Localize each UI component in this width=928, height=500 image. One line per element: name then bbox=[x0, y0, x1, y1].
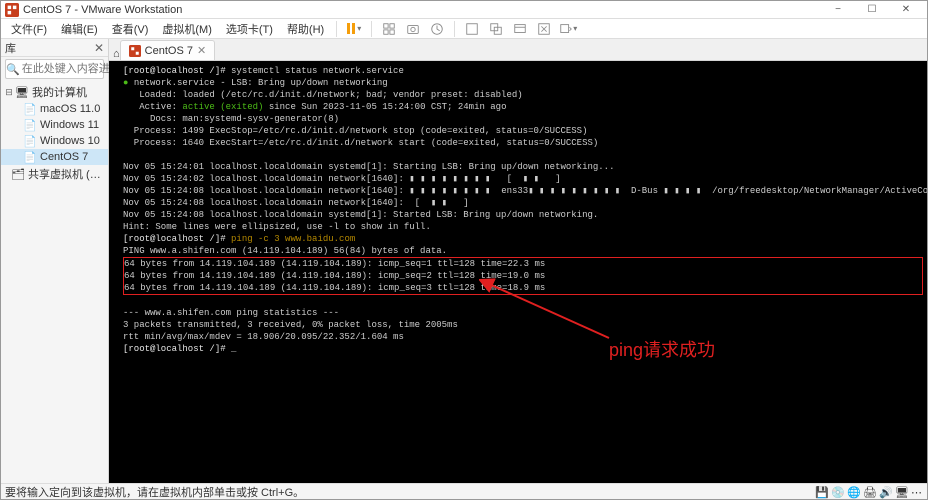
tree-shared-vms[interactable]: 🗂共享虚拟机 (已弃用) bbox=[1, 165, 108, 183]
window-title: CentOS 7 - VMware Workstation bbox=[23, 4, 821, 16]
power-dropdown-button[interactable]: ▾ bbox=[343, 19, 365, 39]
search-icon: 🔍 bbox=[6, 63, 20, 76]
menu-tabs[interactable]: 选项卡(T) bbox=[220, 19, 279, 39]
separator bbox=[454, 21, 455, 37]
collapse-icon[interactable]: ⊟ bbox=[3, 87, 15, 98]
tree-label: Windows 10 bbox=[40, 135, 100, 147]
vm-icon bbox=[129, 45, 141, 57]
tab-label: CentOS 7 bbox=[145, 45, 193, 57]
annotation-arrow bbox=[479, 276, 619, 346]
unity-button[interactable] bbox=[485, 19, 507, 39]
separator bbox=[336, 21, 337, 37]
library-sidebar: 库 ✕ 🔍 ▾ ⊟ 🖥 我的计算机 📄macOS 11.0 📄Windows 1… bbox=[1, 39, 109, 483]
maximize-button[interactable]: ☐ bbox=[855, 2, 889, 18]
fullscreen-icon bbox=[465, 22, 479, 36]
tree-vm-macos[interactable]: 📄macOS 11.0 bbox=[1, 101, 108, 117]
console-icon bbox=[513, 22, 527, 36]
menu-view[interactable]: 查看(V) bbox=[106, 19, 155, 39]
tabbar: ⌂ CentOS 7 ✕ bbox=[109, 39, 927, 61]
device-icon[interactable]: 🌐 bbox=[847, 486, 859, 498]
send-ctrl-alt-del-button[interactable] bbox=[378, 19, 400, 39]
dropdown-icon bbox=[559, 22, 573, 36]
device-icon[interactable]: 💾 bbox=[815, 486, 827, 498]
camera-icon bbox=[406, 22, 420, 36]
tab-centos7[interactable]: CentOS 7 ✕ bbox=[120, 40, 216, 60]
device-icon[interactable]: ⋯ bbox=[911, 486, 923, 498]
annotation-text: ping请求成功 bbox=[609, 336, 715, 362]
fullscreen-button[interactable] bbox=[461, 19, 483, 39]
menu-file[interactable]: 文件(F) bbox=[5, 19, 53, 39]
tree-root-mycomputer[interactable]: ⊟ 🖥 我的计算机 bbox=[1, 83, 108, 101]
vm-icon: 📄 bbox=[23, 150, 37, 164]
menu-help[interactable]: 帮助(H) bbox=[281, 19, 330, 39]
vm-tree: ⊟ 🖥 我的计算机 📄macOS 11.0 📄Windows 11 📄Windo… bbox=[1, 81, 108, 185]
snapshot-button[interactable] bbox=[402, 19, 424, 39]
grid-icon bbox=[382, 22, 396, 36]
device-icon[interactable]: 💿 bbox=[831, 486, 843, 498]
tab-close-button[interactable]: ✕ bbox=[197, 44, 206, 57]
tree-label: Windows 11 bbox=[40, 119, 99, 131]
sidebar-close-button[interactable]: ✕ bbox=[94, 41, 104, 55]
terminal[interactable]: [root@localhost /]# systemctl status net… bbox=[109, 61, 927, 483]
device-icon[interactable]: 🖨 bbox=[863, 486, 875, 498]
clock-icon bbox=[430, 22, 444, 36]
computer-icon: 🖥 bbox=[15, 85, 29, 99]
close-button[interactable]: ✕ bbox=[889, 2, 923, 18]
sidebar-search[interactable]: 🔍 ▾ bbox=[5, 59, 104, 79]
tree-label: CentOS 7 bbox=[40, 151, 88, 163]
statusbar-text: 要将输入定向到该虚拟机，请在虚拟机内部单击或按 Ctrl+G。 bbox=[5, 484, 304, 500]
statusbar: 要将输入定向到该虚拟机，请在虚拟机内部单击或按 Ctrl+G。 💾 💿 🌐 🖨 … bbox=[1, 483, 927, 499]
main-area: ⌂ CentOS 7 ✕ [root@localhost /]# systemc… bbox=[109, 39, 927, 483]
vm-icon: 📄 bbox=[23, 118, 37, 132]
pause-icon bbox=[347, 23, 355, 34]
stretch-button[interactable] bbox=[533, 19, 555, 39]
vm-icon: 📄 bbox=[23, 134, 37, 148]
menu-edit[interactable]: 编辑(E) bbox=[55, 19, 104, 39]
vmware-window: CentOS 7 - VMware Workstation − ☐ ✕ 文件(F… bbox=[0, 0, 928, 500]
titlebar: CentOS 7 - VMware Workstation − ☐ ✕ bbox=[1, 1, 927, 19]
vmware-icon bbox=[5, 3, 19, 17]
device-icon[interactable]: 🖥 bbox=[895, 486, 907, 498]
menubar: 文件(F) 编辑(E) 查看(V) 虚拟机(M) 选项卡(T) 帮助(H) ▾ … bbox=[1, 19, 927, 39]
tree-vm-centos7[interactable]: 📄CentOS 7 bbox=[1, 149, 108, 165]
sidebar-title: 库 bbox=[5, 40, 16, 56]
tree-vm-win10[interactable]: 📄Windows 10 bbox=[1, 133, 108, 149]
toolbar-dropdown-button[interactable]: ▾ bbox=[557, 19, 579, 39]
snapshot-manager-button[interactable] bbox=[426, 19, 448, 39]
separator bbox=[371, 21, 372, 37]
tree-label: macOS 11.0 bbox=[40, 103, 100, 115]
vm-icon: 📄 bbox=[23, 102, 37, 116]
stretch-icon bbox=[537, 22, 551, 36]
console-view-button[interactable] bbox=[509, 19, 531, 39]
home-tab-button[interactable]: ⌂ bbox=[113, 48, 120, 60]
minimize-button[interactable]: − bbox=[821, 2, 855, 18]
tree-label: 共享虚拟机 (已弃用) bbox=[28, 166, 106, 182]
tree-vm-win11[interactable]: 📄Windows 11 bbox=[1, 117, 108, 133]
sidebar-title-row: 库 ✕ bbox=[1, 39, 108, 57]
device-icon[interactable]: 🔊 bbox=[879, 486, 891, 498]
tree-label: 我的计算机 bbox=[32, 84, 87, 100]
menu-vm[interactable]: 虚拟机(M) bbox=[156, 19, 218, 39]
unity-icon bbox=[489, 22, 503, 36]
shared-icon: 🗂 bbox=[11, 167, 25, 181]
